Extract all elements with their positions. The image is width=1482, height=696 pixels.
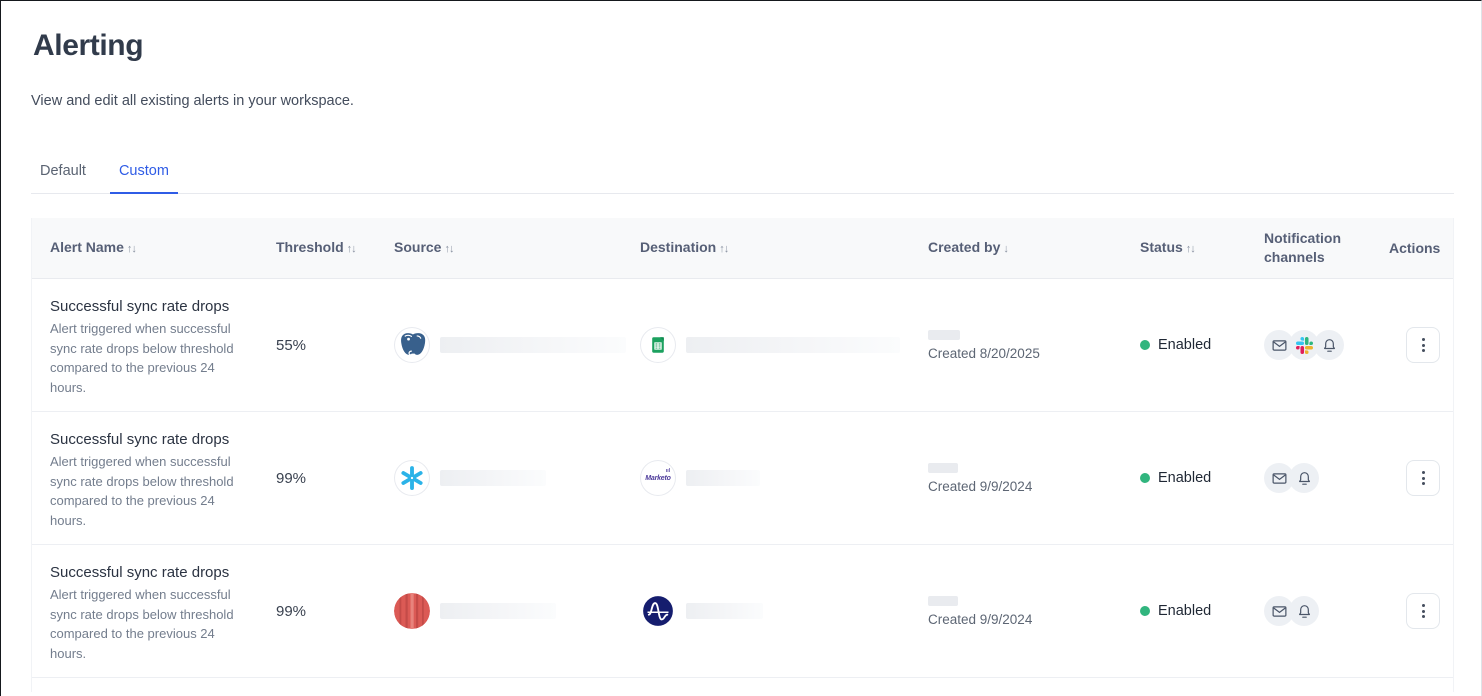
bell-channel-badge xyxy=(1289,463,1319,493)
created-by-cell: Created 8/20/2025 xyxy=(928,330,1140,361)
status-label: Enabled xyxy=(1158,603,1211,619)
alert-description: Alert triggered when successful sync rat… xyxy=(50,452,240,530)
alert-description: Alert triggered when successful sync rat… xyxy=(50,319,240,397)
created-by-cell: Created 9/9/2024 xyxy=(928,463,1140,494)
notification-channels-cell xyxy=(1264,463,1389,493)
table-row: Successful sync rate drops Alert trigger… xyxy=(32,279,1453,412)
page-subtitle: View and edit all existing alerts in you… xyxy=(31,93,1454,109)
row-actions-button[interactable] xyxy=(1406,327,1440,363)
source-cell xyxy=(394,460,640,496)
table-row-partial xyxy=(32,678,1453,692)
status-cell: Enabled xyxy=(1140,603,1264,619)
alert-name: Successful sync rate drops xyxy=(50,298,276,315)
bell-channel-badge xyxy=(1314,330,1344,360)
column-header-status[interactable]: Status↑↓ xyxy=(1140,238,1264,259)
bell-icon xyxy=(1321,337,1338,354)
redacted-creator-name xyxy=(928,330,960,340)
redacted-destination-name xyxy=(686,470,760,486)
created-date: Created 9/9/2024 xyxy=(928,612,1140,627)
email-icon xyxy=(1271,337,1288,354)
google-sheets-icon xyxy=(640,327,676,363)
amplitude-icon xyxy=(640,593,676,629)
snowflake-icon xyxy=(394,460,430,496)
marketo-icon: ııl Marketo xyxy=(640,460,676,496)
page-title: Alerting xyxy=(33,29,1454,63)
column-header-notification-channels: Notification channels xyxy=(1264,229,1389,267)
table-row: Successful sync rate drops Alert trigger… xyxy=(32,412,1453,545)
redacted-destination-name xyxy=(686,603,763,619)
tab-default[interactable]: Default xyxy=(31,155,95,193)
alert-name: Successful sync rate drops xyxy=(50,564,276,581)
threshold-value: 99% xyxy=(276,470,394,487)
source-cell xyxy=(394,327,640,363)
redacted-source-name xyxy=(440,470,546,486)
created-date: Created 9/9/2024 xyxy=(928,479,1140,494)
sort-icon: ↑↓ xyxy=(347,243,356,255)
column-header-actions: Actions xyxy=(1389,239,1457,258)
alert-name: Successful sync rate drops xyxy=(50,431,276,448)
column-header-source[interactable]: Source↑↓ xyxy=(394,238,640,259)
sort-icon: ↑↓ xyxy=(444,243,453,255)
status-cell: Enabled xyxy=(1140,470,1264,486)
redacted-source-name xyxy=(440,337,626,353)
redacted-source-name xyxy=(440,603,556,619)
column-header-alert-name[interactable]: Alert Name↑↓ xyxy=(32,238,276,259)
destination-cell xyxy=(640,593,928,629)
tab-custom[interactable]: Custom xyxy=(110,155,178,194)
bell-icon xyxy=(1296,603,1313,620)
threshold-value: 99% xyxy=(276,603,394,620)
destination-cell: ııl Marketo xyxy=(640,460,928,496)
table-row: Successful sync rate drops Alert trigger… xyxy=(32,545,1453,678)
row-actions-button[interactable] xyxy=(1406,460,1440,496)
table-header: Alert Name↑↓ Threshold↑↓ Source↑↓ Destin… xyxy=(32,218,1453,279)
sort-icon-desc: ↓ xyxy=(1003,243,1008,255)
created-by-cell: Created 9/9/2024 xyxy=(928,596,1140,627)
status-dot xyxy=(1140,606,1150,616)
source-cell xyxy=(394,593,640,629)
postgresql-icon xyxy=(394,327,430,363)
threshold-value: 55% xyxy=(276,337,394,354)
alerting-page: Alerting View and edit all existing aler… xyxy=(1,1,1481,692)
column-header-destination[interactable]: Destination↑↓ xyxy=(640,238,928,259)
row-actions-button[interactable] xyxy=(1406,593,1440,629)
email-icon xyxy=(1271,470,1288,487)
created-date: Created 8/20/2025 xyxy=(928,346,1140,361)
redacted-creator-name xyxy=(928,596,958,606)
column-header-created-by[interactable]: Created by↓ xyxy=(928,238,1140,259)
slack-icon xyxy=(1296,337,1313,354)
sort-icon: ↑↓ xyxy=(1186,243,1195,255)
bell-icon xyxy=(1296,470,1313,487)
tab-bar: Default Custom xyxy=(31,155,1454,194)
red-striped-database-icon xyxy=(394,593,430,629)
alerts-table: Alert Name↑↓ Threshold↑↓ Source↑↓ Destin… xyxy=(31,218,1454,692)
email-icon xyxy=(1271,603,1288,620)
bell-channel-badge xyxy=(1289,596,1319,626)
sort-icon: ↑↓ xyxy=(719,243,728,255)
redacted-creator-name xyxy=(928,463,958,473)
sort-icon: ↑↓ xyxy=(127,243,136,255)
notification-channels-cell xyxy=(1264,596,1389,626)
status-dot xyxy=(1140,340,1150,350)
column-header-threshold[interactable]: Threshold↑↓ xyxy=(276,238,394,259)
redacted-destination-name xyxy=(686,337,900,353)
notification-channels-cell xyxy=(1264,330,1389,360)
alert-description: Alert triggered when successful sync rat… xyxy=(50,585,240,663)
status-cell: Enabled xyxy=(1140,337,1264,353)
destination-cell xyxy=(640,327,928,363)
status-dot xyxy=(1140,473,1150,483)
status-label: Enabled xyxy=(1158,337,1211,353)
status-label: Enabled xyxy=(1158,470,1211,486)
